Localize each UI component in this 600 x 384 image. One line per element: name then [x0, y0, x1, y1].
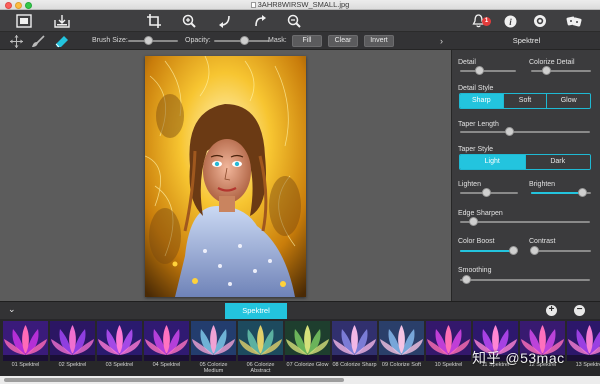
zoom-out-icon[interactable] [285, 13, 303, 29]
adjustments-panel: Spektrel Detail Colorize Detail Detail S… [451, 36, 600, 301]
detail-style-soft[interactable]: Soft [502, 94, 547, 108]
brush-size-label: Brush Size: [92, 37, 128, 44]
detail-style-segmented: Sharp Soft Glow [459, 93, 591, 109]
panel-title: Spektrel [512, 36, 541, 45]
preset-label: 05 Colorize Medium [199, 362, 228, 374]
preset-preview [50, 321, 95, 361]
eraser-tool-icon[interactable] [54, 33, 70, 49]
preset-thumbnail[interactable]: 08 Colorize Sharp [332, 321, 377, 373]
preset-thumbnail[interactable]: 03 Spektrel [97, 321, 142, 373]
save-icon[interactable] [52, 13, 72, 29]
move-tool-icon[interactable] [8, 33, 24, 49]
fill-button[interactable]: Fill [292, 35, 322, 47]
preset-label: 10 Spektrel [434, 362, 463, 368]
preset-label: 01 Spektrel [11, 362, 40, 368]
lighten-label: Lighten [458, 181, 481, 188]
preset-label: 03 Spektrel [105, 362, 134, 368]
brush-size-slider[interactable] [128, 36, 178, 46]
brighten-slider[interactable] [531, 188, 591, 198]
preset-thumbnail[interactable]: 02 Spektrel [50, 321, 95, 373]
contrast-slider[interactable] [529, 246, 591, 256]
preset-label: 09 Colorize Soft [381, 362, 422, 368]
edge-sharpen-slider[interactable] [460, 217, 590, 227]
window-title: 3AHR8WIRSW_SMALL.jpg [257, 0, 350, 9]
crop-icon[interactable] [145, 13, 163, 29]
portrait-image [145, 56, 306, 297]
preset-label: 04 Spektrel [152, 362, 181, 368]
preset-preview [379, 321, 424, 361]
preset-thumbnail[interactable]: 04 Spektrel [144, 321, 189, 373]
preset-preview [191, 321, 236, 361]
preset-thumbnail[interactable]: 06 Colorize Abstract [238, 321, 283, 374]
detail-style-glow[interactable]: Glow [546, 94, 590, 108]
zoom-in-icon[interactable] [180, 13, 198, 29]
dice-icon[interactable] [565, 13, 583, 29]
contrast-label: Contrast [529, 238, 556, 245]
edited-photo [145, 56, 306, 297]
preset-thumbnail[interactable]: 05 Colorize Medium [191, 321, 236, 374]
smoothing-label: Smoothing [458, 267, 492, 274]
taper-style-segmented: Light Dark [459, 154, 591, 170]
lighten-slider[interactable] [460, 188, 518, 198]
redo-icon[interactable] [251, 13, 269, 29]
chevron-down-icon[interactable]: ⌄ [8, 304, 16, 315]
taper-length-slider[interactable] [460, 127, 590, 137]
brighten-label: Brighten [529, 181, 556, 188]
tab-spektrel[interactable]: Spektrel [225, 303, 287, 319]
brush-tool-icon[interactable] [30, 33, 46, 49]
colorize-detail-label: Colorize Detail [529, 59, 575, 66]
preset-label: 08 Colorize Sharp [332, 362, 377, 368]
colorize-detail-slider[interactable] [531, 66, 591, 76]
add-preset-button[interactable]: + [546, 305, 557, 316]
opacity-slider[interactable] [214, 36, 270, 46]
preset-preview [332, 321, 377, 361]
smoothing-slider[interactable] [460, 275, 590, 285]
preset-thumbnail[interactable]: 09 Colorize Soft [379, 321, 424, 373]
taper-style-label: Taper Style [458, 146, 494, 153]
preset-thumbnail[interactable]: 01 Spektrel [3, 321, 48, 373]
taper-style-light[interactable]: Light [460, 155, 525, 169]
preset-label: 02 Spektrel [58, 362, 87, 368]
preset-label: 06 Colorize Abstract [246, 362, 275, 374]
document-icon [250, 2, 256, 8]
detail-style-label: Detail Style [458, 85, 494, 92]
preset-preview [567, 321, 600, 361]
preset-preview [426, 321, 471, 361]
taper-style-dark[interactable]: Dark [524, 155, 590, 169]
preset-preview [285, 321, 330, 361]
chevron-right-icon[interactable]: › [440, 32, 443, 50]
undo-icon[interactable] [216, 13, 234, 29]
preset-thumbnail[interactable]: 10 Spektrel [426, 321, 471, 373]
scrollbar-thumb[interactable] [4, 378, 344, 382]
preset-label: 07 Colorize Glow [286, 362, 329, 368]
edge-sharpen-label: Edge Sharpen [458, 210, 503, 217]
filmstrip-scrollbar[interactable] [0, 376, 600, 384]
title-bar: 3AHR8WIRSW_SMALL.jpg [0, 0, 600, 10]
info-icon[interactable]: i [502, 13, 518, 29]
clear-button[interactable]: Clear [328, 35, 358, 47]
detail-label: Detail [458, 59, 476, 66]
preset-thumbnail[interactable]: 07 Colorize Glow [285, 321, 330, 373]
invert-button[interactable]: Invert [364, 35, 394, 47]
color-boost-label: Color Boost [458, 238, 495, 245]
preset-preview [144, 321, 189, 361]
main-toolbar: 1 i [0, 10, 600, 32]
remove-preset-button[interactable]: − [574, 305, 585, 316]
preset-preview [3, 321, 48, 361]
watermark-text: 知乎 @53mac [472, 350, 565, 366]
open-image-icon[interactable] [14, 13, 34, 29]
preset-preview [97, 321, 142, 361]
preset-label: 13 Spektrel [575, 362, 600, 368]
notification-badge: 1 [482, 17, 491, 26]
detail-style-sharp[interactable]: Sharp [460, 94, 503, 108]
preset-thumbnail[interactable]: 13 Spektrel [567, 321, 600, 373]
detail-slider[interactable] [460, 66, 516, 76]
mask-label: Mask: [268, 37, 287, 44]
opacity-label: Opacity: [185, 37, 211, 44]
color-boost-slider[interactable] [460, 246, 518, 256]
preset-preview [238, 321, 283, 361]
filmstrip-bar: ⌄ Spektrel + − [0, 301, 600, 319]
settings-icon[interactable] [532, 13, 548, 29]
